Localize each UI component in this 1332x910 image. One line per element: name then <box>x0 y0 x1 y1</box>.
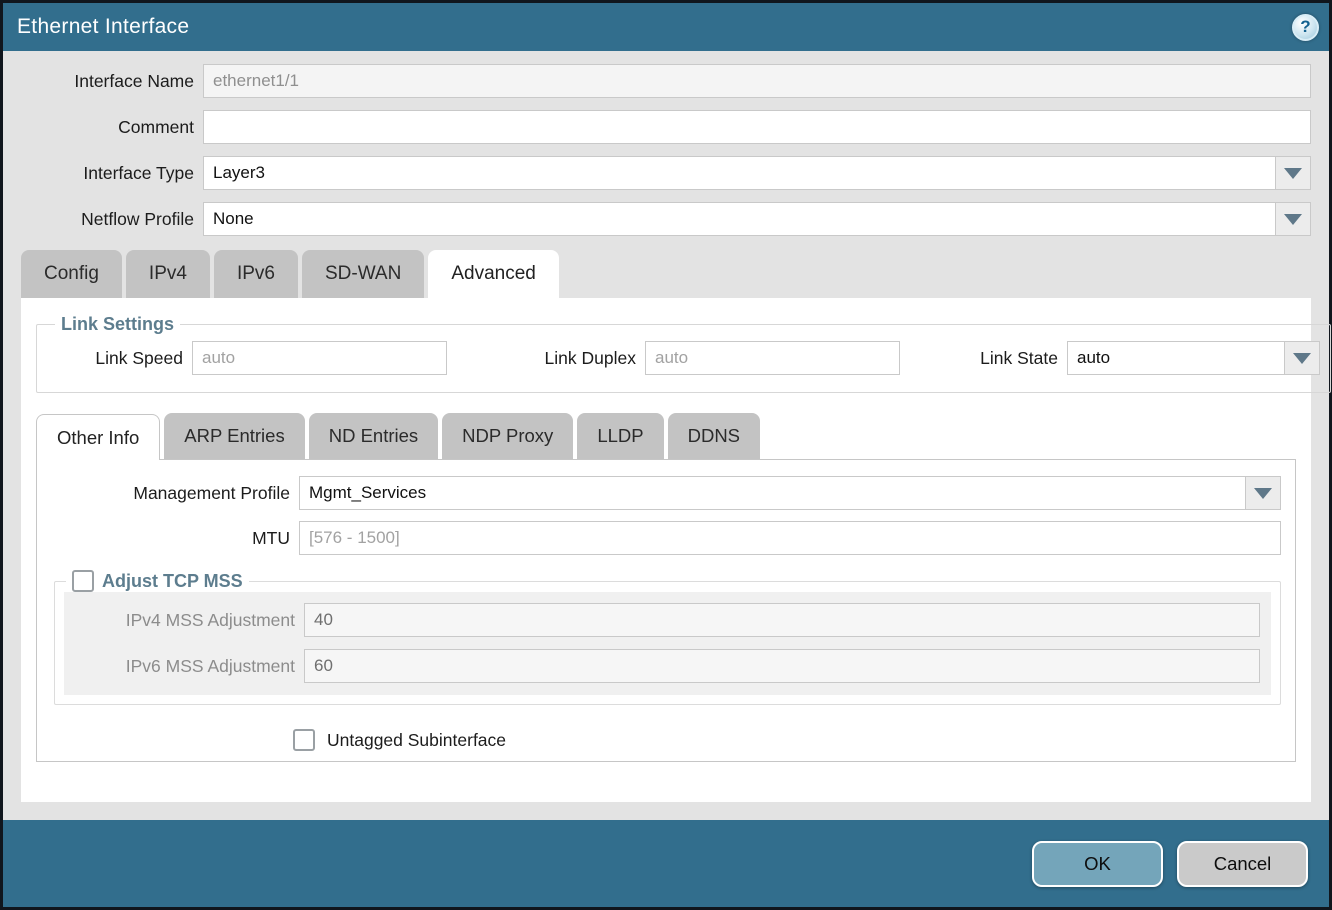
management-profile-dropdown-button[interactable] <box>1245 476 1281 510</box>
ipv4-mss-label: IPv4 MSS Adjustment <box>64 610 304 631</box>
management-profile-value[interactable] <box>299 476 1245 510</box>
link-state-label: Link State <box>962 348 1067 369</box>
untagged-subinterface-checkbox[interactable] <box>293 729 315 751</box>
interface-name-row: Interface Name <box>21 64 1311 98</box>
dialog-title: Ethernet Interface <box>17 15 189 39</box>
other-info-panel: Management Profile MTU <box>36 459 1296 762</box>
mtu-input[interactable] <box>299 521 1281 555</box>
help-icon[interactable]: ? <box>1292 14 1319 41</box>
link-duplex-input[interactable] <box>645 341 900 375</box>
comment-row: Comment <box>21 110 1311 144</box>
tab-lldp[interactable]: LLDP <box>577 413 663 459</box>
mss-disabled-section: IPv4 MSS Adjustment IPv6 MSS Adjustment <box>64 592 1271 695</box>
interface-name-label: Interface Name <box>21 71 203 92</box>
interface-name-input <box>203 64 1311 98</box>
tab-arp-entries[interactable]: ARP Entries <box>164 413 304 459</box>
chevron-down-icon <box>1284 168 1302 179</box>
chevron-down-icon <box>1293 353 1311 364</box>
netflow-profile-label: Netflow Profile <box>21 209 203 230</box>
comment-label: Comment <box>21 117 203 138</box>
interface-type-row: Interface Type <box>21 156 1311 190</box>
interface-type-label: Interface Type <box>21 163 203 184</box>
comment-input[interactable] <box>203 110 1311 144</box>
interface-type-dropdown-button[interactable] <box>1275 156 1311 190</box>
link-speed-label: Link Speed <box>47 348 192 369</box>
link-duplex-group: Link Duplex <box>447 341 900 375</box>
adjust-tcp-mss-checkbox[interactable] <box>72 570 94 592</box>
main-tab-strip: Config IPv4 IPv6 SD-WAN Advanced <box>3 250 1329 298</box>
mtu-row: MTU <box>37 521 1281 555</box>
mtu-label: MTU <box>37 528 299 549</box>
link-duplex-label: Link Duplex <box>495 348 645 369</box>
tab-ipv6[interactable]: IPv6 <box>214 250 298 298</box>
link-state-value[interactable] <box>1067 341 1284 375</box>
footer-bar: OK Cancel <box>3 820 1329 907</box>
management-profile-label: Management Profile <box>37 483 299 504</box>
ipv4-mss-row: IPv4 MSS Adjustment <box>64 603 1260 637</box>
tab-ddns[interactable]: DDNS <box>668 413 760 459</box>
tab-sd-wan[interactable]: SD-WAN <box>302 250 424 298</box>
link-state-dropdown-button[interactable] <box>1284 341 1320 375</box>
interface-type-dropdown[interactable] <box>203 156 1311 190</box>
ok-button[interactable]: OK <box>1032 841 1163 887</box>
netflow-profile-value[interactable] <box>203 202 1275 236</box>
tab-ipv4[interactable]: IPv4 <box>126 250 210 298</box>
tab-nd-entries[interactable]: ND Entries <box>309 413 438 459</box>
link-state-dropdown[interactable] <box>1067 341 1320 375</box>
link-settings-fieldset: Link Settings Link Speed Link Duplex Lin… <box>36 314 1331 393</box>
inner-tab-strip: Other Info ARP Entries ND Entries NDP Pr… <box>36 413 1296 459</box>
top-form: Interface Name Comment Interface Type <box>3 51 1329 248</box>
adjust-tcp-mss-legend-text: Adjust TCP MSS <box>102 571 243 592</box>
adjust-tcp-mss-legend: Adjust TCP MSS <box>66 570 249 592</box>
management-profile-row: Management Profile <box>37 476 1281 510</box>
adjust-tcp-mss-fieldset: Adjust TCP MSS IPv4 MSS Adjustment IPv6 … <box>54 570 1281 705</box>
netflow-profile-row: Netflow Profile <box>21 202 1311 236</box>
untagged-subinterface-label: Untagged Subinterface <box>327 730 506 751</box>
ipv6-mss-row: IPv6 MSS Adjustment <box>64 649 1260 683</box>
ipv4-mss-input <box>304 603 1260 637</box>
ethernet-interface-dialog: Ethernet Interface ? Interface Name Comm… <box>0 0 1332 910</box>
title-bar: Ethernet Interface ? <box>3 3 1329 51</box>
link-speed-input[interactable] <box>192 341 447 375</box>
ipv6-mss-input <box>304 649 1260 683</box>
tab-ndp-proxy[interactable]: NDP Proxy <box>442 413 573 459</box>
advanced-tab-panel: Link Settings Link Speed Link Duplex Lin… <box>21 298 1311 802</box>
untagged-subinterface-row: Untagged Subinterface <box>293 729 1281 751</box>
link-state-group: Link State <box>900 341 1320 375</box>
interface-type-value[interactable] <box>203 156 1275 190</box>
tab-config[interactable]: Config <box>21 250 122 298</box>
tab-other-info[interactable]: Other Info <box>36 414 160 460</box>
netflow-profile-dropdown[interactable] <box>203 202 1311 236</box>
link-settings-legend: Link Settings <box>55 314 180 335</box>
tab-advanced[interactable]: Advanced <box>428 250 559 298</box>
management-profile-dropdown[interactable] <box>299 476 1281 510</box>
chevron-down-icon <box>1254 488 1272 499</box>
cancel-button[interactable]: Cancel <box>1177 841 1308 887</box>
chevron-down-icon <box>1284 214 1302 225</box>
ipv6-mss-label: IPv6 MSS Adjustment <box>64 656 304 677</box>
link-speed-group: Link Speed <box>47 341 447 375</box>
footer-gap <box>3 802 1329 820</box>
netflow-profile-dropdown-button[interactable] <box>1275 202 1311 236</box>
